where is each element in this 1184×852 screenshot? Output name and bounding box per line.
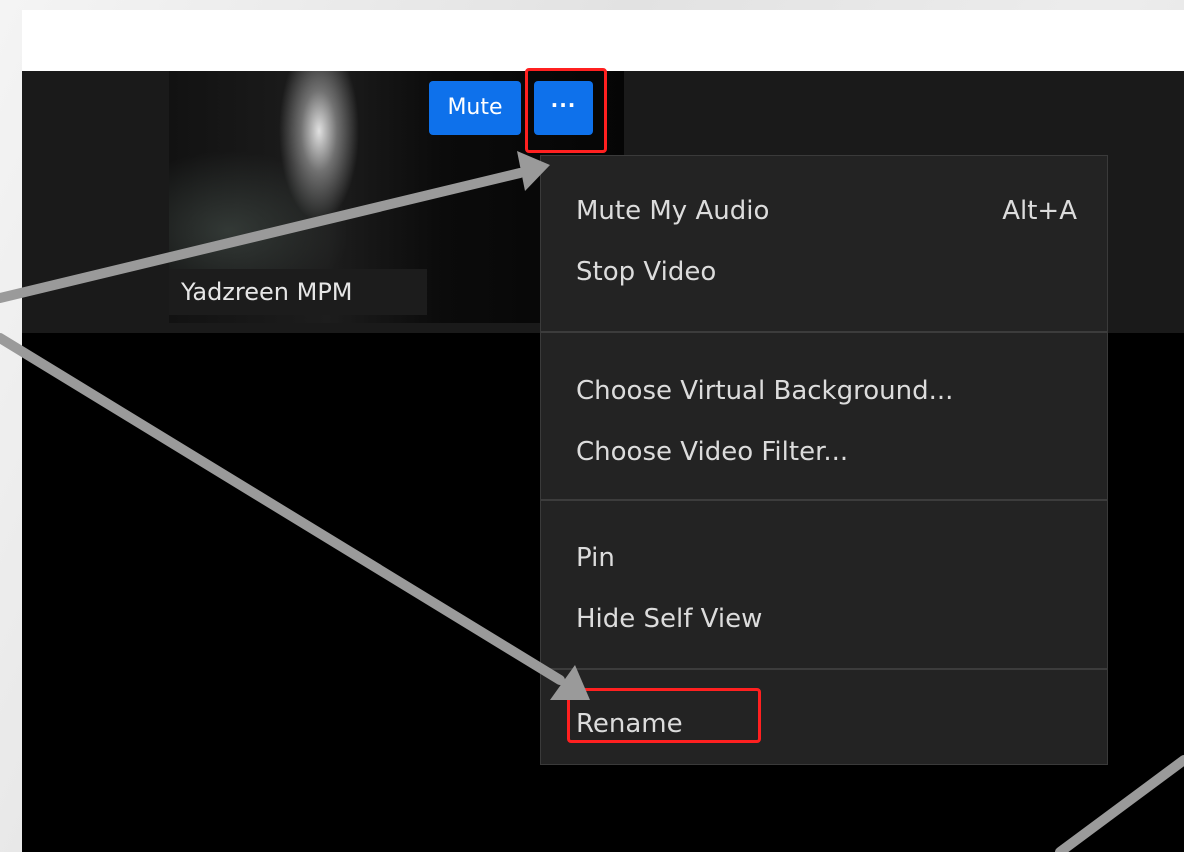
annotation-arrows: [0, 151, 1184, 852]
arrow-to-more-button: [0, 151, 550, 303]
arrow-partial-bottom-right: [1055, 755, 1184, 852]
arrow-to-rename-item: [0, 333, 590, 700]
